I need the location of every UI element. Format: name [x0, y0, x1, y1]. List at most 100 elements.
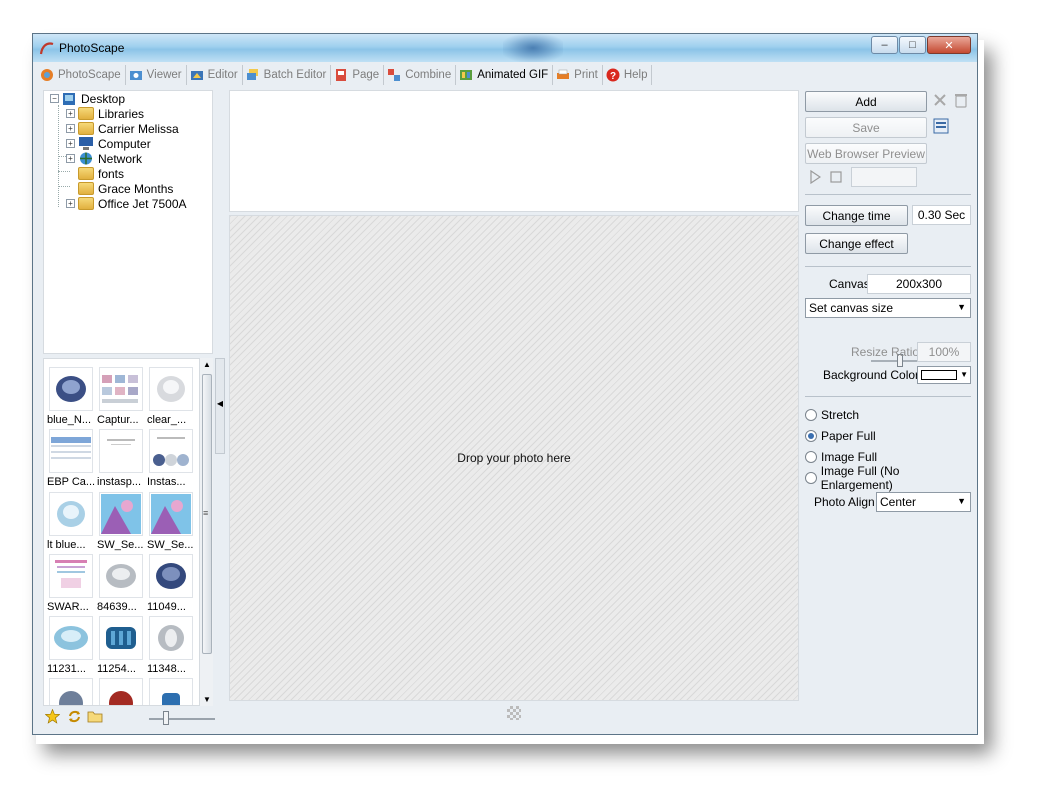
- thumbnail-item[interactable]: [147, 678, 195, 705]
- drop-canvas[interactable]: Drop your photo here: [229, 215, 799, 701]
- close-button[interactable]: ✕: [927, 36, 971, 54]
- tree-item-libraries[interactable]: + Libraries: [66, 106, 144, 121]
- thumbnail-item[interactable]: 11231...: [47, 616, 95, 675]
- thumbnail-item[interactable]: EBP Ca...: [47, 429, 95, 488]
- thumbnail-item[interactable]: SWAR...: [47, 554, 95, 613]
- thumbnail-item[interactable]: [97, 678, 145, 705]
- radio-button[interactable]: [805, 409, 817, 421]
- thumbnail-scrollbar[interactable]: ▲ ≡ ▼: [199, 358, 213, 706]
- thumbnail-item[interactable]: 11348...: [147, 616, 195, 675]
- background-color-picker[interactable]: ▼: [917, 366, 971, 384]
- window-title: PhotoScape: [59, 41, 125, 55]
- thumbnail-item[interactable]: 11049...: [147, 554, 195, 613]
- fit-option-image-full-no-enlargement[interactable]: Image Full (No Enlargement): [805, 464, 971, 492]
- folder-tree[interactable]: − Desktop + Libraries + Carrier Melissa …: [43, 90, 213, 354]
- tree-item-computer[interactable]: + Computer: [66, 136, 151, 151]
- svg-text:?: ?: [610, 71, 616, 82]
- thumbnail-item[interactable]: 84639...: [97, 554, 145, 613]
- ring-blue-image: [49, 367, 93, 411]
- expand-icon[interactable]: +: [66, 199, 75, 208]
- computer-icon: [79, 137, 93, 150]
- tab-batch-editor[interactable]: Batch Editor: [243, 65, 332, 85]
- expand-icon[interactable]: +: [66, 154, 75, 163]
- tab-label: Combine: [405, 69, 452, 81]
- thumbnail-item[interactable]: clear_...: [147, 367, 195, 426]
- collapse-icon[interactable]: −: [50, 94, 59, 103]
- tab-page[interactable]: Page: [331, 65, 385, 85]
- canvas-size-select[interactable]: Set canvas size ▼: [805, 298, 971, 318]
- fit-option-label: Image Full (No Enlargement): [820, 464, 900, 492]
- tab-label: Viewer: [146, 69, 182, 81]
- bead-image: [99, 678, 143, 705]
- canvas-size-value: 200x300: [895, 277, 943, 291]
- thumbnail-list[interactable]: blue_N... Captur... clear_... EBP Ca... …: [43, 358, 213, 706]
- open-folder-icon[interactable]: [87, 709, 104, 724]
- thumbnail-size-slider-track[interactable]: [149, 718, 215, 720]
- fit-option-label: Stretch: [821, 408, 860, 422]
- fit-option-image-full[interactable]: Image Full: [805, 449, 877, 465]
- trash-icon[interactable]: [954, 92, 968, 108]
- title-bar[interactable]: PhotoScape – □ ✕: [33, 34, 977, 62]
- save-button[interactable]: Save: [805, 117, 927, 138]
- tab-print[interactable]: Print: [553, 65, 603, 85]
- add-label: Add: [855, 94, 877, 109]
- list-view-icon[interactable]: [933, 118, 949, 134]
- thumbnail-item[interactable]: Captur...: [97, 367, 145, 426]
- thumbnail-item[interactable]: blue_N...: [47, 367, 95, 426]
- tree-item-fonts[interactable]: fonts: [78, 166, 124, 181]
- refresh-icon[interactable]: [67, 709, 82, 724]
- frame-time-field[interactable]: 0.30 Sec: [912, 205, 971, 225]
- tree-item-office-jet[interactable]: + Office Jet 7500A: [66, 196, 187, 211]
- expand-icon[interactable]: +: [66, 139, 75, 148]
- thumbnail-item[interactable]: lt blue...: [47, 492, 95, 551]
- tab-photoscape[interactable]: PhotoScape: [37, 65, 126, 85]
- thumbnail-item[interactable]: instasp...: [97, 429, 145, 488]
- thumbnail-item[interactable]: [47, 678, 95, 705]
- tree-item-carrier-melissa[interactable]: + Carrier Melissa: [66, 121, 179, 136]
- star-icon[interactable]: [45, 709, 60, 724]
- thumbnail-caption: lt blue...: [47, 539, 86, 551]
- change-effect-button[interactable]: Change effect: [805, 233, 908, 254]
- thumbnail-size-slider[interactable]: [163, 711, 169, 725]
- thumbnail-caption: Captur...: [97, 414, 139, 426]
- fit-option-paper-full[interactable]: Paper Full: [805, 428, 876, 444]
- radio-button[interactable]: [805, 451, 817, 463]
- play-icon[interactable]: [809, 170, 821, 184]
- tab-viewer[interactable]: Viewer: [126, 65, 187, 85]
- thumbnail-caption: 11231...: [47, 663, 86, 675]
- radio-button-selected[interactable]: [805, 430, 817, 442]
- thumbnail-item[interactable]: SW_Se...: [147, 492, 195, 551]
- help-icon: ?: [606, 68, 620, 82]
- thumbnail-item[interactable]: SW_Se...: [97, 492, 145, 551]
- thumbnail-item[interactable]: 11254...: [97, 616, 145, 675]
- photo-align-select[interactable]: Center ▼: [876, 492, 971, 512]
- scroll-up-icon[interactable]: ▲: [203, 360, 211, 369]
- panel-collapse-button[interactable]: ◀: [215, 358, 225, 454]
- expand-icon[interactable]: +: [66, 109, 75, 118]
- remove-icon[interactable]: [933, 93, 947, 107]
- thumbnail-toolbar: [43, 706, 223, 728]
- add-button[interactable]: Add: [805, 91, 927, 112]
- minimize-button[interactable]: –: [871, 36, 898, 54]
- tree-item-network[interactable]: + Network: [66, 151, 142, 166]
- tree-item-desktop[interactable]: − Desktop: [50, 91, 126, 106]
- frame-list[interactable]: [229, 90, 799, 212]
- scroll-down-icon[interactable]: ▼: [203, 695, 211, 704]
- tab-editor[interactable]: Editor: [187, 65, 243, 85]
- tab-help[interactable]: ? Help: [603, 65, 653, 85]
- bead-light-blue-image: [49, 616, 93, 660]
- resize-ratio-field[interactable]: 100%: [917, 342, 971, 362]
- tree-item-label: Carrier Melissa: [98, 121, 179, 136]
- stop-icon[interactable]: [830, 171, 842, 183]
- expand-icon[interactable]: +: [66, 124, 75, 133]
- poster-image: [99, 492, 143, 536]
- maximize-button[interactable]: □: [899, 36, 926, 54]
- web-browser-preview-button[interactable]: Web Browser Preview: [805, 143, 927, 164]
- fit-option-stretch[interactable]: Stretch: [805, 407, 859, 423]
- tab-combine[interactable]: Combine: [384, 65, 457, 85]
- change-time-button[interactable]: Change time: [805, 205, 908, 226]
- tab-animated-gif[interactable]: Animated GIF: [456, 65, 554, 85]
- radio-button[interactable]: [805, 472, 817, 484]
- tree-item-grace-months[interactable]: Grace Months: [78, 181, 173, 196]
- thumbnail-item[interactable]: Instas...: [147, 429, 195, 488]
